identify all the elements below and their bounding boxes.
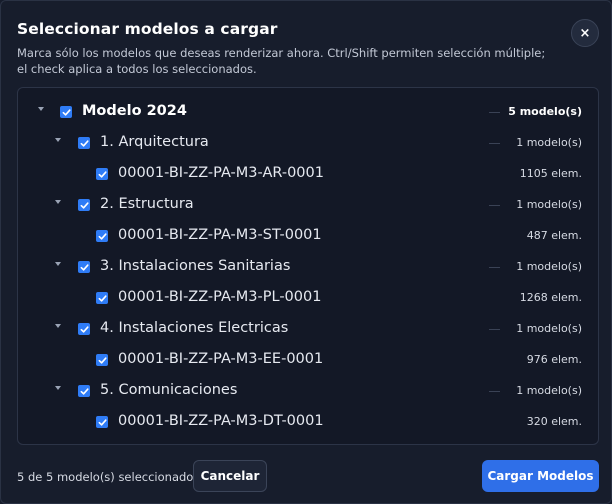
row-divider: [489, 267, 500, 268]
model-checkbox[interactable]: [96, 354, 108, 366]
row-divider: [489, 143, 500, 144]
cancel-button[interactable]: Cancelar: [193, 460, 267, 492]
check-icon: [98, 418, 107, 426]
group-checkbox[interactable]: [78, 199, 90, 211]
row-divider: [489, 391, 500, 392]
selection-status: 5 de 5 modelo(s) seleccionados: [17, 470, 200, 484]
tree-model-row[interactable]: 00001-BI-ZZ-PA-M3-ST-0001 487 elem.: [18, 221, 598, 252]
group-label: 4. Instalaciones Electricas: [100, 320, 289, 336]
check-icon: [98, 232, 107, 240]
root-checkbox[interactable]: [60, 106, 72, 118]
chevron-down-icon[interactable]: [38, 107, 44, 111]
model-checkbox[interactable]: [96, 230, 108, 242]
tree-model-row[interactable]: 00001-BI-ZZ-PA-M3-EE-0001 976 elem.: [18, 345, 598, 376]
model-element-count: 320 elem.: [526, 415, 582, 428]
close-icon: ×: [579, 25, 591, 41]
model-checkbox[interactable]: [96, 416, 108, 428]
select-models-dialog: Seleccionar modelos a cargar Marca sólo …: [0, 0, 612, 504]
chevron-down-icon[interactable]: [55, 200, 61, 204]
model-label: 00001-BI-ZZ-PA-M3-DT-0001: [118, 413, 324, 429]
group-label: 3. Instalaciones Sanitarias: [100, 258, 291, 274]
group-checkbox[interactable]: [78, 261, 90, 273]
group-checkbox[interactable]: [78, 385, 90, 397]
load-models-button[interactable]: Cargar Modelos: [482, 460, 599, 492]
model-label: 00001-BI-ZZ-PA-M3-PL-0001: [118, 289, 322, 305]
check-icon: [80, 139, 89, 147]
check-icon: [80, 325, 89, 333]
tree-model-row[interactable]: 00001-BI-ZZ-PA-M3-DT-0001 320 elem.: [18, 407, 598, 438]
model-label: 00001-BI-ZZ-PA-M3-EE-0001: [118, 351, 324, 367]
row-divider: [489, 329, 500, 330]
tree-root-row[interactable]: Modelo 2024 5 modelo(s): [18, 97, 598, 128]
group-count: 1 modelo(s): [516, 136, 582, 149]
tree-group-row[interactable]: 2. Estructura 1 modelo(s): [18, 190, 598, 221]
group-count: 1 modelo(s): [516, 260, 582, 273]
row-divider: [489, 112, 500, 113]
model-label: 00001-BI-ZZ-PA-M3-ST-0001: [118, 227, 322, 243]
group-label: 1. Arquitectura: [100, 134, 209, 150]
chevron-down-icon[interactable]: [55, 324, 61, 328]
chevron-down-icon[interactable]: [55, 262, 61, 266]
group-count: 1 modelo(s): [516, 198, 582, 211]
root-count: 5 modelo(s): [508, 105, 582, 118]
group-count: 1 modelo(s): [516, 384, 582, 397]
dialog-title: Seleccionar modelos a cargar: [17, 20, 278, 38]
check-icon: [80, 387, 89, 395]
model-element-count: 976 elem.: [526, 353, 582, 366]
model-element-count: 1268 elem.: [519, 291, 582, 304]
dialog-subtitle: Marca sólo los modelos que deseas render…: [17, 46, 546, 76]
tree-group-row[interactable]: 1. Arquitectura 1 modelo(s): [18, 128, 598, 159]
root-label: Modelo 2024: [82, 103, 187, 119]
tree-model-row[interactable]: 00001-BI-ZZ-PA-M3-PL-0001 1268 elem.: [18, 283, 598, 314]
model-tree: Modelo 2024 5 modelo(s) 1. Arquitectura …: [17, 87, 599, 445]
model-label: 00001-BI-ZZ-PA-M3-AR-0001: [118, 165, 324, 181]
row-divider: [489, 205, 500, 206]
group-count: 1 modelo(s): [516, 322, 582, 335]
model-element-count: 487 elem.: [526, 229, 582, 242]
group-label: 2. Estructura: [100, 196, 194, 212]
tree-group-row[interactable]: 5. Comunicaciones 1 modelo(s): [18, 376, 598, 407]
check-icon: [98, 356, 107, 364]
chevron-down-icon[interactable]: [55, 138, 61, 142]
tree-group-row[interactable]: 4. Instalaciones Electricas 1 modelo(s): [18, 314, 598, 345]
model-element-count: 1105 elem.: [519, 167, 582, 180]
check-icon: [98, 170, 107, 178]
tree-model-row[interactable]: 00001-BI-ZZ-PA-M3-AR-0001 1105 elem.: [18, 159, 598, 190]
tree-group-row[interactable]: 3. Instalaciones Sanitarias 1 modelo(s): [18, 252, 598, 283]
chevron-down-icon[interactable]: [55, 386, 61, 390]
model-checkbox[interactable]: [96, 292, 108, 304]
check-icon: [98, 294, 107, 302]
check-icon: [80, 263, 89, 271]
model-checkbox[interactable]: [96, 168, 108, 180]
group-label: 5. Comunicaciones: [100, 382, 238, 398]
group-checkbox[interactable]: [78, 323, 90, 335]
check-icon: [62, 108, 71, 116]
close-button[interactable]: ×: [571, 19, 599, 47]
group-checkbox[interactable]: [78, 137, 90, 149]
check-icon: [80, 201, 89, 209]
